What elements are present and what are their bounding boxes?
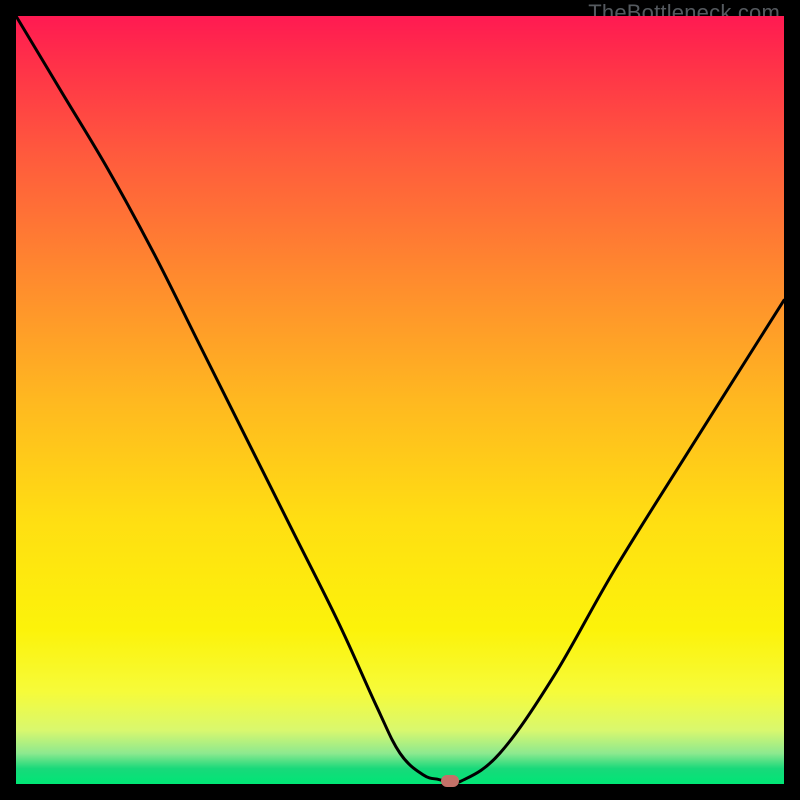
chart-frame: TheBottleneck.com: [0, 0, 800, 800]
minimum-marker: [441, 775, 459, 787]
plot-area: [16, 16, 784, 784]
line-series: [16, 16, 784, 784]
